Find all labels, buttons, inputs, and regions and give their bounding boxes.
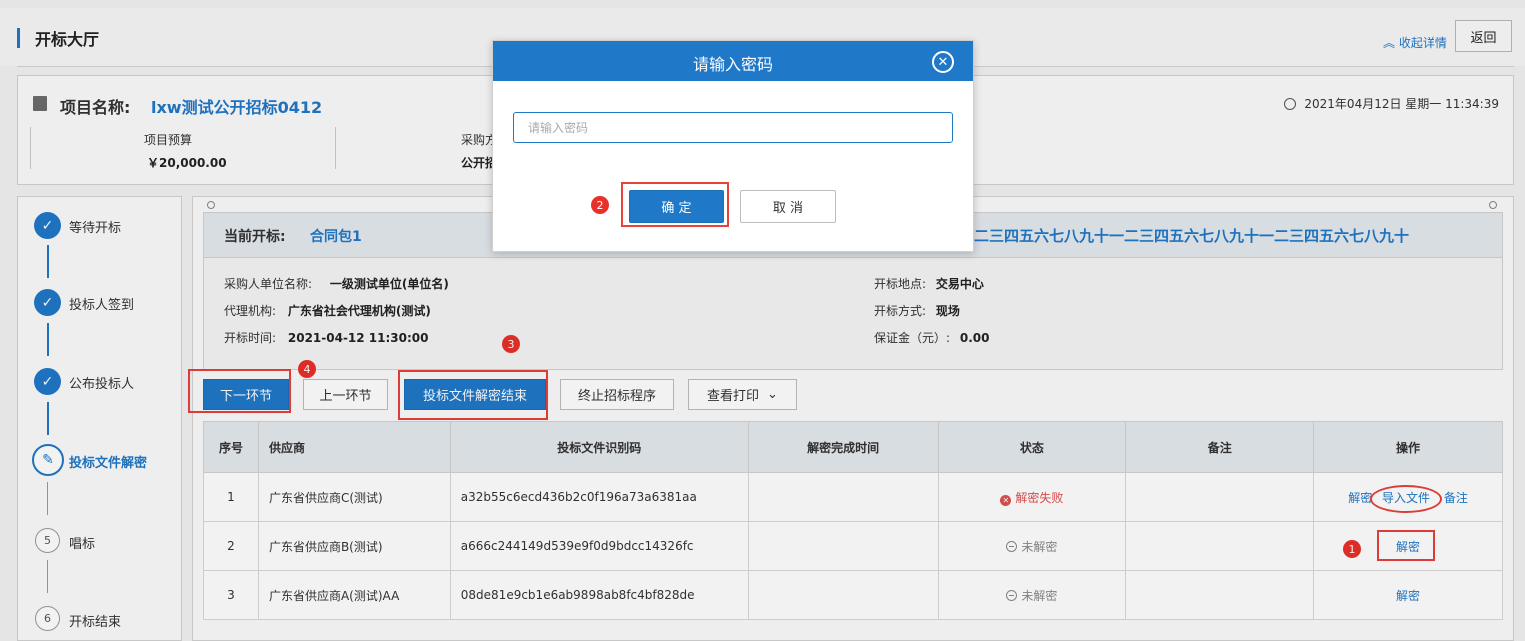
password-input[interactable] xyxy=(513,112,953,143)
annotation-box-confirm xyxy=(621,182,729,227)
close-icon[interactable]: ✕ xyxy=(932,51,954,73)
annotation-badge-2: 2 xyxy=(591,196,609,214)
cancel-button[interactable]: 取 消 xyxy=(740,190,836,223)
dialog-header: 请输入密码 ✕ xyxy=(493,41,973,81)
page: 开标大厅 ︽ 收起详情 返回 项目名称: lxw测试公开招标0412 2021年… xyxy=(0,0,1525,641)
password-dialog: 请输入密码 ✕ 确 定 取 消 2 xyxy=(492,40,974,252)
dialog-title: 请输入密码 xyxy=(692,55,773,74)
